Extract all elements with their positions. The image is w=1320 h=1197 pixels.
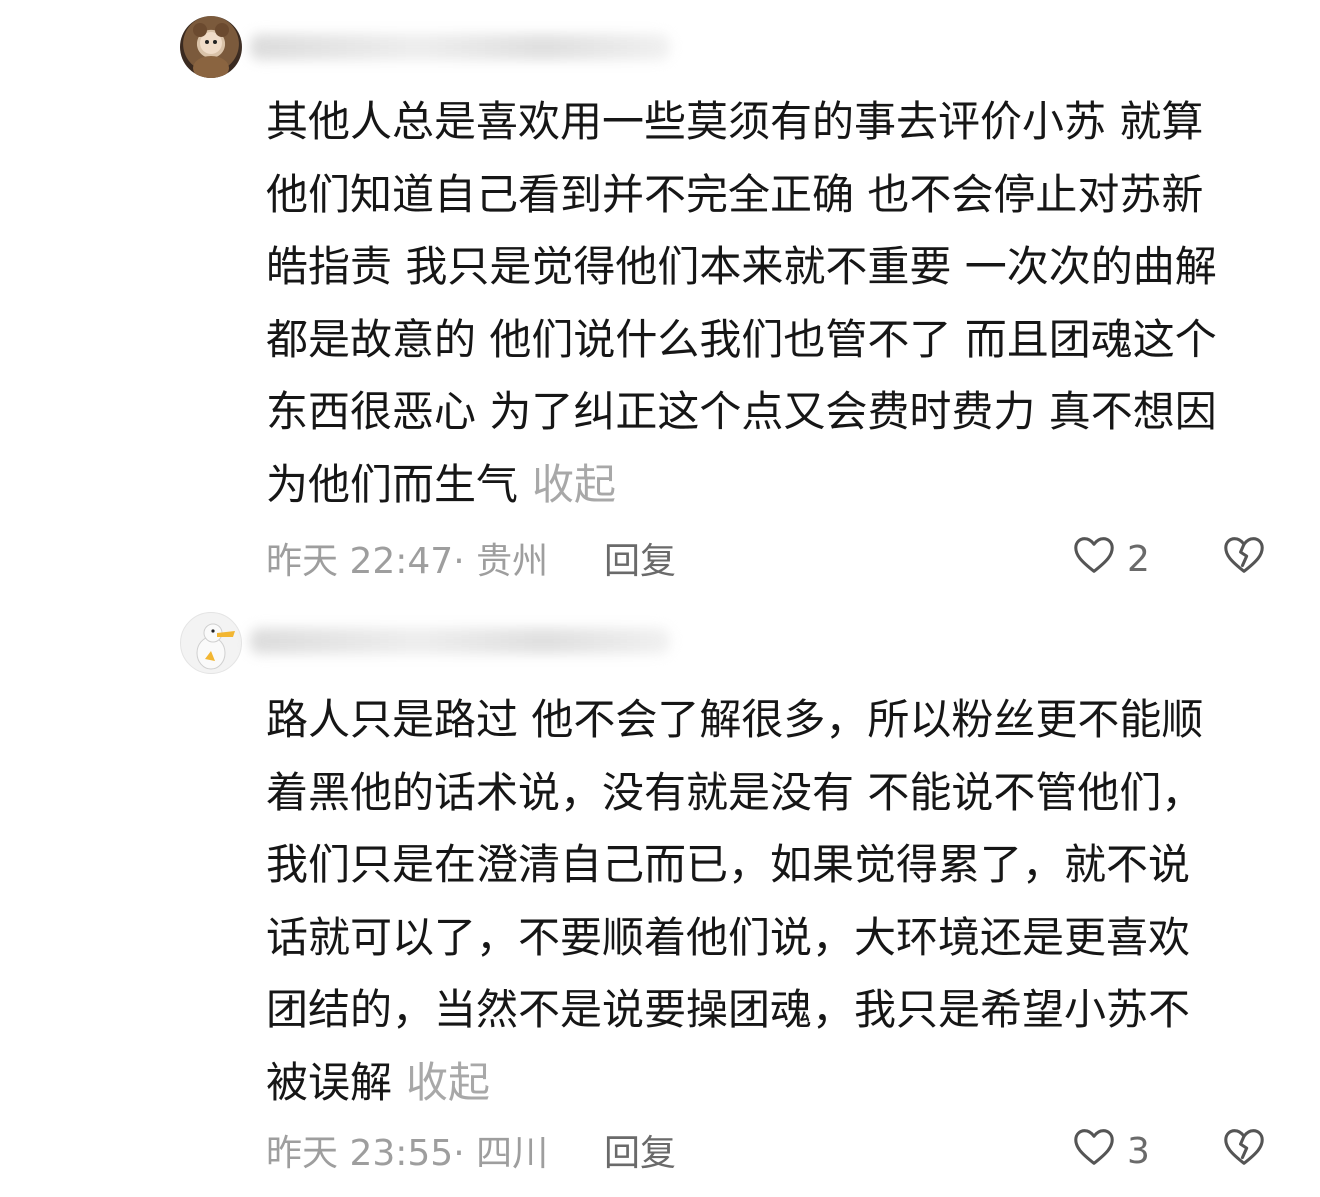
comment-meta: 昨天 23:55· 四川 回复 3 [266,1124,1276,1174]
like-button[interactable]: 2 [1071,532,1150,587]
dislike-button[interactable] [1221,1124,1267,1179]
timestamp-location: 昨天 22:47· 贵州 [266,541,549,582]
dislike-button[interactable] [1221,532,1267,587]
reply-button[interactable]: 回复 [604,1124,676,1176]
comment-body: 路人只是路过 他不会了解很多，所以粉丝更不能顺 着黑他的话术说，没有就是没有 不… [266,695,1204,1107]
collapse-link[interactable]: 收起 [406,1058,490,1107]
username-blurred[interactable] [250,628,670,654]
heart-outline-icon [1071,532,1117,587]
like-button[interactable]: 3 [1071,1124,1150,1179]
broken-heart-icon [1221,1129,1267,1179]
heart-outline-icon [1071,1124,1117,1179]
comment-text: 其他人总是喜欢用一些莫须有的事去评价小苏 就算 他们知道自己看到并不完全正确 也… [266,86,1276,521]
like-count: 2 [1127,539,1150,580]
like-count: 3 [1127,1131,1150,1172]
timestamp-location: 昨天 23:55· 四川 [266,1133,549,1174]
reply-button[interactable]: 回复 [604,532,676,584]
avatar[interactable] [180,612,242,674]
avatar[interactable] [180,16,242,78]
broken-heart-icon [1221,537,1267,587]
collapse-link[interactable]: 收起 [532,460,616,509]
comment-body: 其他人总是喜欢用一些莫须有的事去评价小苏 就算 他们知道自己看到并不完全正确 也… [266,97,1217,509]
comment-meta: 昨天 22:47· 贵州 回复 2 [266,532,1276,582]
comment-text: 路人只是路过 他不会了解很多，所以粉丝更不能顺 着黑他的话术说，没有就是没有 不… [266,684,1276,1119]
username-blurred[interactable] [250,34,670,60]
